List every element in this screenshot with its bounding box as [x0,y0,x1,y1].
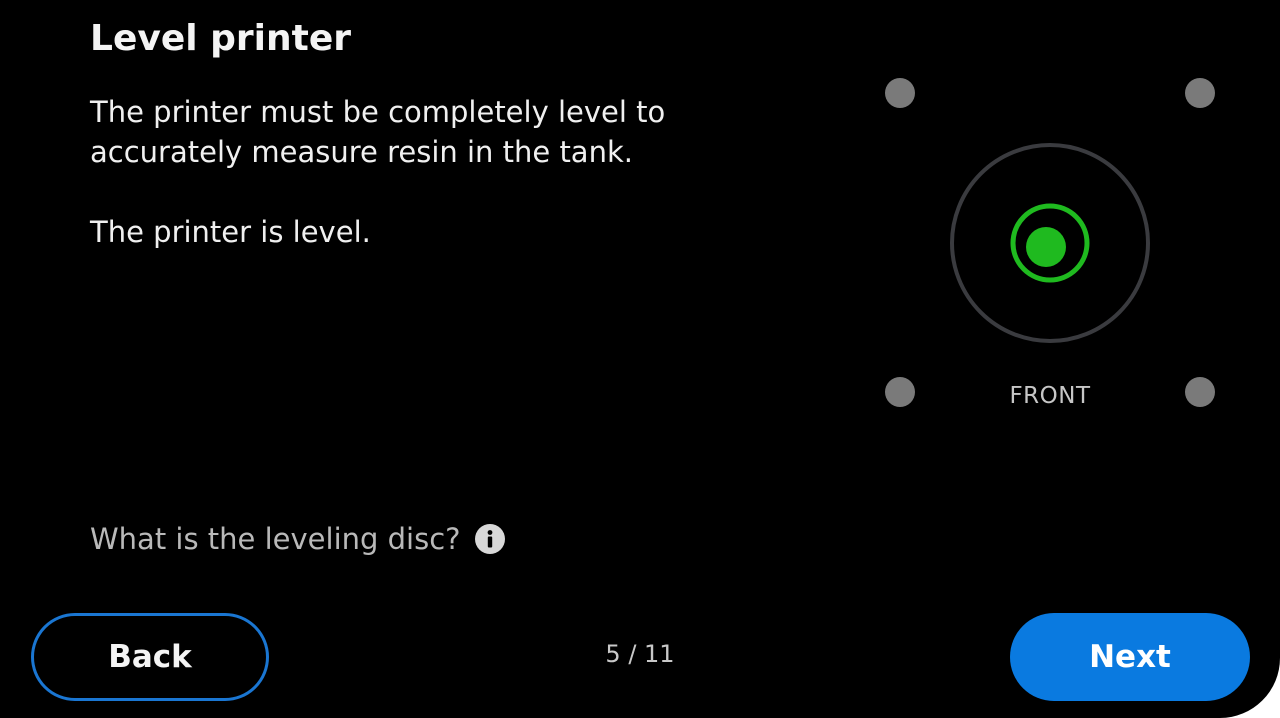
page-indicator: 5 / 11 [605,640,675,668]
level-diagram [870,60,1230,430]
corner-dot-bottom-right [1185,377,1215,407]
level-bubble [1026,227,1066,267]
leveling-disc-help-link[interactable]: What is the leveling disc? [90,522,505,556]
back-button[interactable]: Back [31,613,269,701]
info-icon [474,524,505,554]
page-title: Level printer [90,18,351,59]
next-button[interactable]: Next [1010,613,1250,701]
corner-dot-top-right [1185,78,1215,108]
level-diagram-svg [885,78,1215,407]
front-label: FRONT [1009,383,1091,409]
corner-dot-bottom-left [885,377,915,407]
help-link-text: What is the leveling disc? [90,522,461,556]
corner-dot-top-left [885,78,915,108]
level-status: The printer is level. [90,215,371,249]
level-description: The printer must be completely level to … [90,95,666,169]
